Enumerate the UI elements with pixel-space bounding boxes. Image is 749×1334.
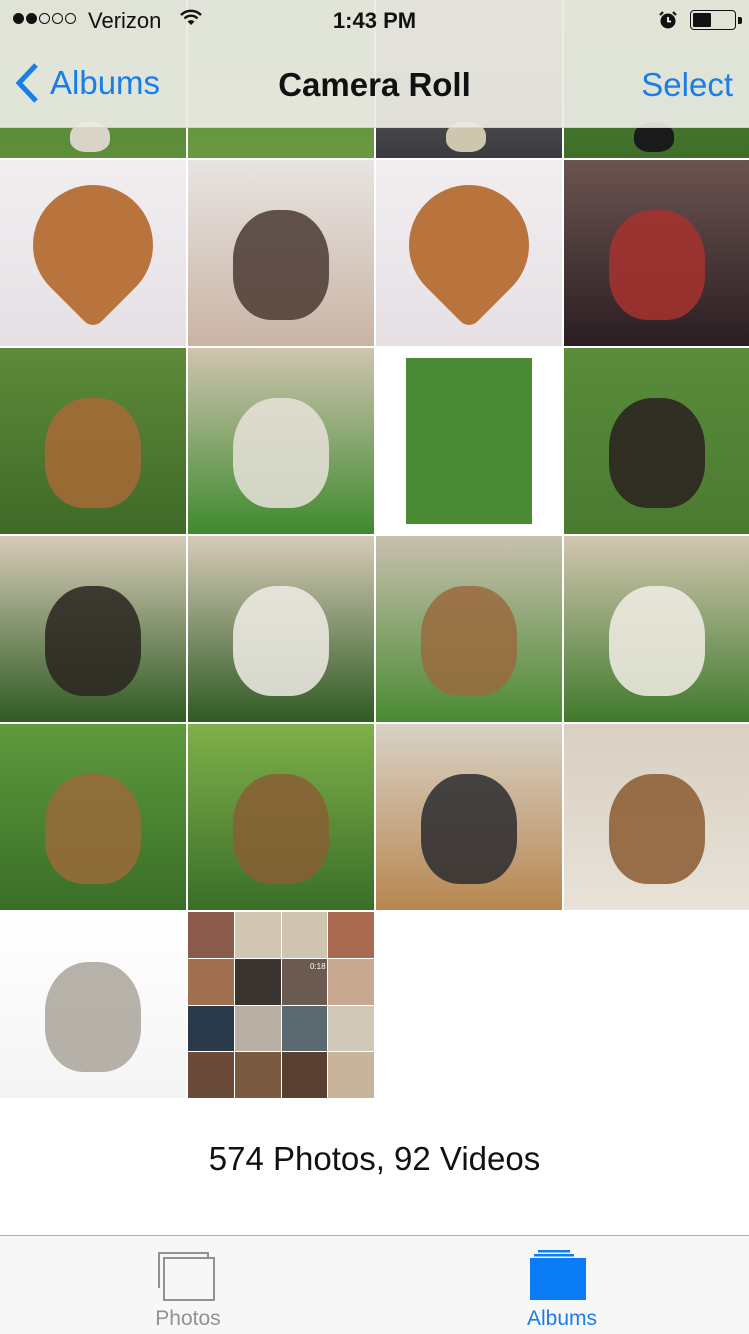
- albums-icon: [530, 1250, 586, 1300]
- clock: 1:43 PM: [332, 8, 417, 33]
- photos-stack-icon: [158, 1252, 215, 1301]
- tab-photos-label: Photos: [155, 1307, 221, 1330]
- tab-photos[interactable]: Photos: [88, 1236, 288, 1334]
- back-button[interactable]: Albums: [14, 62, 160, 104]
- photo-thumbnail[interactable]: [376, 348, 562, 534]
- photo-thumbnail[interactable]: [0, 724, 186, 910]
- navigation-bar: Albums Camera Roll Select: [0, 40, 749, 128]
- status-bar: Verizon 1:43 PM: [0, 0, 749, 40]
- tab-albums[interactable]: Albums: [462, 1236, 662, 1334]
- battery-level: [693, 13, 711, 27]
- chevron-left-icon: [15, 63, 38, 103]
- top-bar: Verizon 1:43 PM Albums Camera Roll Selec…: [0, 0, 749, 128]
- alarm-clock-icon: [659, 11, 677, 29]
- photo-thumbnail[interactable]: [0, 536, 186, 722]
- photo-thumbnail[interactable]: [376, 160, 562, 346]
- photo-thumbnail[interactable]: [564, 724, 749, 910]
- photo-thumbnail[interactable]: [564, 160, 749, 346]
- select-button[interactable]: Select: [641, 66, 733, 104]
- tab-bar: Photos Albums: [0, 1235, 749, 1334]
- photo-thumbnail[interactable]: [376, 536, 562, 722]
- back-button-label: Albums: [50, 64, 161, 101]
- photo-thumbnail[interactable]: [0, 912, 186, 1098]
- media-count: 574 Photos, 92 Videos: [208, 1140, 541, 1177]
- photo-grid: 0:18: [0, 0, 749, 1098]
- video-thumbnail[interactable]: 0:18: [188, 912, 374, 1098]
- photo-thumbnail[interactable]: [188, 160, 374, 346]
- video-duration: 0:18: [310, 962, 326, 971]
- photo-thumbnail[interactable]: [0, 160, 186, 346]
- photo-thumbnail[interactable]: [188, 536, 374, 722]
- photo-thumbnail[interactable]: [376, 724, 562, 910]
- photo-thumbnail[interactable]: [564, 348, 749, 534]
- tab-albums-label: Albums: [526, 1307, 598, 1330]
- photo-thumbnail[interactable]: [0, 348, 186, 534]
- battery-icon: [690, 10, 742, 30]
- photo-thumbnail[interactable]: [188, 348, 374, 534]
- photo-thumbnail[interactable]: [564, 536, 749, 722]
- photo-thumbnail[interactable]: [188, 724, 374, 910]
